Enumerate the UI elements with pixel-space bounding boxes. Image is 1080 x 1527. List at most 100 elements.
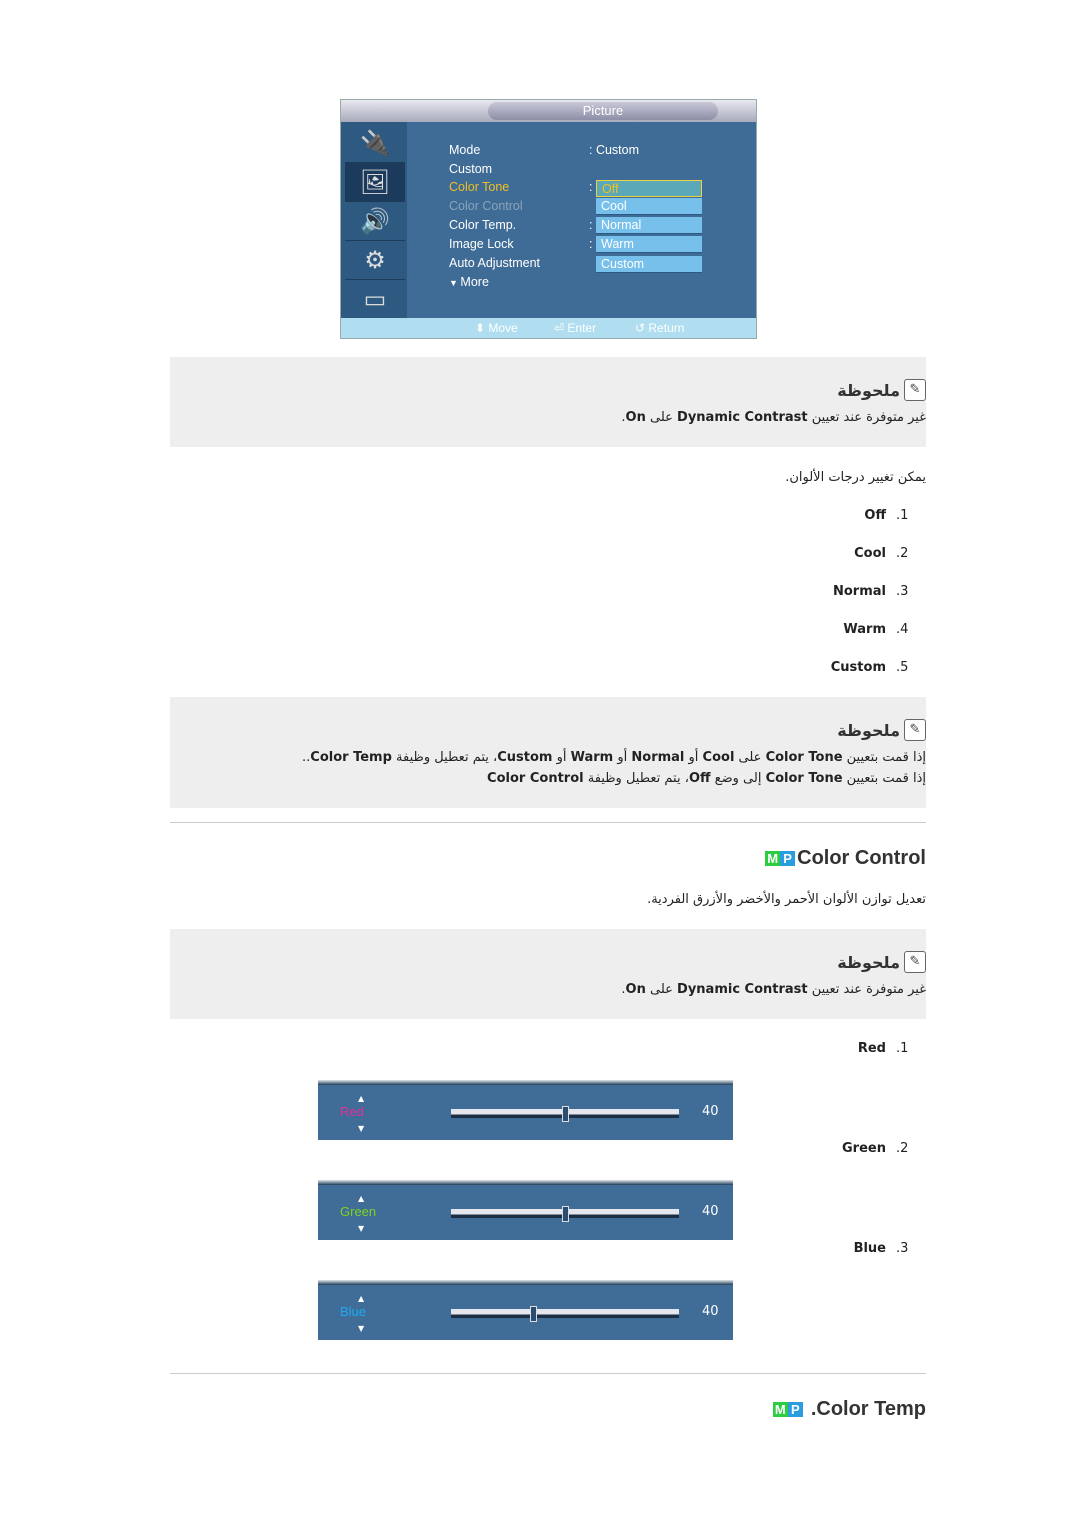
list-item-label: Off <box>864 508 886 523</box>
list-item-label: Warm <box>843 622 886 637</box>
arrow-down-icon[interactable]: ▼ <box>358 1124 364 1133</box>
list-item-number: .1 <box>896 508 909 523</box>
osd-header: Picture <box>341 100 756 122</box>
slider-value: 40 <box>702 1104 719 1119</box>
input-icon[interactable]: 🔌 <box>345 124 405 163</box>
note-heading: ✎ ملحوظة <box>837 719 926 741</box>
bold-term: Custom <box>497 750 553 765</box>
dropdown-option-off[interactable]: Off <box>596 180 702 197</box>
multi-control-icon[interactable]: ▭ <box>345 280 405 319</box>
move-hint: ⬍ Move <box>475 321 518 335</box>
note-text: غير متوفرة عند تعيين Dynamic Contrast عل… <box>621 410 926 425</box>
text-segment: غير متوفرة عند تعيين <box>807 410 926 425</box>
colon: : <box>589 237 593 251</box>
slider-topbar <box>318 1280 733 1285</box>
bold-term: On <box>625 410 646 425</box>
note-box: ✎ ملحوظة إذا قمت بتعيين Color Tone على Co… <box>170 697 926 808</box>
return-hint: ↺ Return <box>635 321 684 335</box>
text-segment: على <box>645 982 678 997</box>
text-segment: أو <box>613 750 632 765</box>
bold-term: Off <box>688 771 711 786</box>
note-heading: ✎ ملحوظة <box>837 951 926 973</box>
slider-thumb[interactable] <box>562 1106 569 1122</box>
dropdown-option-cool[interactable]: Cool <box>596 198 702 215</box>
osd-item-custom[interactable]: Custom <box>449 162 492 176</box>
slider-label: Green <box>340 1204 377 1219</box>
osd-item-image-lock[interactable]: Image Lock <box>449 237 514 251</box>
osd-item-color-temp[interactable]: Color Temp. <box>449 218 516 232</box>
bold-term: Color Temp <box>310 750 392 765</box>
return-icon: ↺ <box>635 321 649 335</box>
slider-green[interactable]: ▲ Green ▼ 40 <box>318 1180 733 1240</box>
osd-item-more[interactable]: ▼ More <box>449 275 489 289</box>
bold-term: On <box>625 982 646 997</box>
note-title: ملحوظة <box>837 952 900 972</box>
list-item-label: Normal <box>833 584 886 599</box>
bold-term: Color Tone <box>765 750 843 765</box>
arrow-down-icon[interactable]: ▼ <box>358 1224 364 1233</box>
slider-topbar <box>318 1080 733 1085</box>
text-segment: على <box>645 410 678 425</box>
osd-item-mode[interactable]: Mode <box>449 143 480 157</box>
arrow-down-icon[interactable]: ▼ <box>358 1324 364 1333</box>
mp-badge-icon: MP <box>772 1402 803 1417</box>
slider-thumb[interactable] <box>530 1306 538 1322</box>
slider-track[interactable] <box>451 1309 679 1318</box>
note-title: ملحوظة <box>837 380 900 400</box>
colon: : <box>589 218 593 232</box>
note-text: إذا قمت بتعيين Color Tone على Cool أو No… <box>302 750 926 765</box>
setup-icon[interactable]: ⚙ <box>345 241 405 280</box>
enter-label: Enter <box>567 321 597 335</box>
slider-thumb[interactable] <box>562 1206 569 1222</box>
text-segment: أو <box>684 750 703 765</box>
list-item-number: .2 <box>896 1141 909 1156</box>
osd-item-auto-adjustment[interactable]: Auto Adjustment <box>449 256 540 270</box>
bold-term: Color Tone <box>765 771 843 786</box>
list-item-label: Red <box>857 1041 886 1056</box>
mp-m: M <box>765 851 781 866</box>
osd-item-color-tone[interactable]: Color Tone <box>449 180 509 194</box>
note-icon: ✎ <box>904 719 926 741</box>
list-item-number: .1 <box>896 1041 909 1056</box>
arrow-up-icon[interactable]: ▲ <box>358 1194 364 1203</box>
return-label: Return <box>648 321 685 335</box>
arrow-up-icon[interactable]: ▲ <box>358 1294 364 1303</box>
sound-icon[interactable]: 🔊 <box>345 202 405 241</box>
arrow-up-icon[interactable]: ▲ <box>358 1094 364 1103</box>
slider-label: Blue <box>340 1304 367 1319</box>
note-box: ✎ ملحوظة غير متوفرة عند تعيين Dynamic Con… <box>170 357 926 447</box>
osd-item-color-control: Color Control <box>449 199 523 213</box>
list-item-number: .5 <box>896 660 909 675</box>
text-segment: أو <box>552 750 571 765</box>
triangle-down-icon: ▼ <box>449 278 461 288</box>
slider-red[interactable]: ▲ Red ▼ 40 <box>318 1080 733 1140</box>
divider <box>170 822 926 823</box>
bold-term: Warm <box>570 750 614 765</box>
text-segment: إلى وضع <box>710 771 766 786</box>
section-heading-color-temp: MP .Color Temp <box>772 1398 926 1421</box>
intro-text: يمكن تغيير درجات الألوان. <box>785 470 926 485</box>
list-item-label: Green <box>842 1141 886 1156</box>
mp-m: M <box>772 1402 788 1417</box>
list-item-number: .2 <box>896 546 909 561</box>
text-segment: إذا قمت بتعيين <box>842 750 926 765</box>
slider-value: 40 <box>702 1204 719 1219</box>
osd-mode-value: : Custom <box>589 143 640 157</box>
picture-icon[interactable]: 🖼 <box>345 163 405 202</box>
list-item-label: Blue <box>853 1241 886 1256</box>
note-text: إذا قمت بتعيين Color Tone إلى وضع Off، ي… <box>487 771 926 786</box>
list-item-label: Custom <box>830 660 886 675</box>
text-segment: إذا قمت بتعيين <box>842 771 926 786</box>
move-label: Move <box>488 321 518 335</box>
note-heading: ✎ ملحوظة <box>837 379 926 401</box>
list-item-number: .4 <box>896 622 909 637</box>
osd-title: Picture <box>488 102 718 120</box>
slider-value: 40 <box>702 1304 719 1319</box>
slider-blue[interactable]: ▲ Blue ▼ 40 <box>318 1280 733 1340</box>
section-heading-color-control: MP Color Control <box>765 847 926 870</box>
dropdown-option-normal[interactable]: Normal <box>596 217 702 234</box>
dropdown-option-warm[interactable]: Warm <box>596 236 702 253</box>
dropdown-option-custom[interactable]: Custom <box>596 256 702 273</box>
note-icon: ✎ <box>904 951 926 973</box>
note-text: غير متوفرة عند تعيين Dynamic Contrast عل… <box>621 982 926 997</box>
